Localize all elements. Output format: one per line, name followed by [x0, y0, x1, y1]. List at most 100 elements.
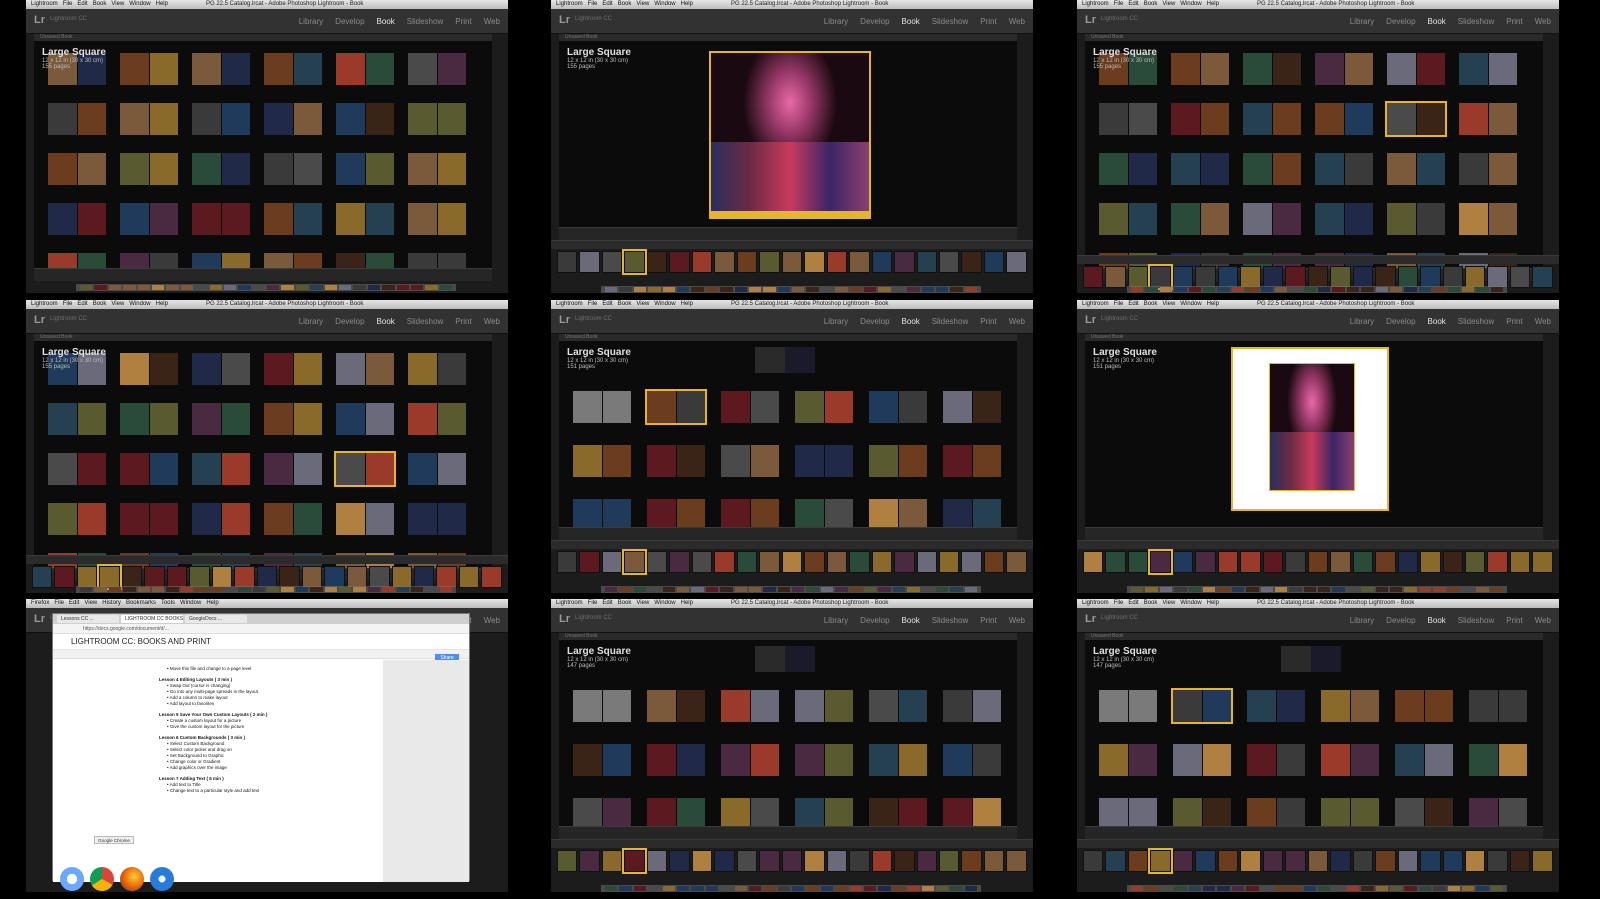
page-thumb[interactable] — [1173, 798, 1202, 826]
page-spread-thumb[interactable] — [1315, 153, 1373, 185]
page-thumb[interactable] — [221, 453, 250, 485]
menu-item-view[interactable]: View — [636, 301, 649, 307]
page-thumb[interactable] — [149, 403, 178, 435]
page-thumb[interactable] — [1315, 203, 1344, 235]
module-library[interactable]: Library — [824, 17, 848, 26]
dock-icon[interactable] — [425, 587, 438, 592]
dock-icon[interactable] — [410, 285, 424, 290]
page-thumb[interactable] — [750, 391, 779, 423]
page-thumb[interactable] — [602, 690, 631, 722]
dock-icon[interactable] — [935, 587, 949, 592]
page-thumb[interactable] — [221, 153, 250, 185]
dock-icon[interactable] — [1375, 587, 1389, 592]
dock-icon[interactable] — [892, 587, 906, 592]
page-thumb[interactable] — [1395, 690, 1424, 722]
filmstrip-thumb[interactable] — [1420, 266, 1441, 288]
module-book[interactable]: Book — [1428, 317, 1446, 326]
page-thumb[interactable] — [721, 445, 750, 477]
dock-icon[interactable] — [849, 886, 863, 891]
dock-icon[interactable] — [1332, 287, 1345, 292]
page-spread-thumb[interactable] — [573, 798, 631, 826]
filmstrip-thumb[interactable] — [849, 551, 870, 573]
filmstrip-thumb[interactable] — [759, 850, 780, 872]
page-thumb[interactable] — [1099, 203, 1128, 235]
page-spread-thumb[interactable] — [573, 499, 631, 527]
page-thumb[interactable] — [972, 798, 1001, 826]
dock-icon[interactable] — [151, 285, 165, 290]
page-thumb[interactable] — [1387, 53, 1416, 85]
dock-icon[interactable] — [1461, 587, 1475, 592]
dock-icon[interactable] — [720, 287, 733, 292]
dock-icon[interactable] — [676, 587, 690, 592]
page-thumb[interactable] — [1395, 744, 1424, 776]
chrome-icon[interactable] — [90, 867, 114, 891]
module-slideshow[interactable]: Slideshow — [932, 17, 968, 26]
filmstrip-thumb[interactable] — [714, 251, 735, 273]
module-print[interactable]: Print — [1506, 317, 1522, 326]
dock-icon[interactable] — [137, 587, 150, 592]
dock-icon[interactable] — [339, 285, 352, 290]
filmstrip-thumb[interactable] — [1083, 266, 1104, 288]
page-spread-thumb[interactable] — [1315, 203, 1373, 235]
dock-icon[interactable] — [1289, 587, 1302, 592]
dock-icon[interactable] — [605, 886, 618, 891]
filmstrip-thumb[interactable] — [1375, 266, 1396, 288]
dock-icon[interactable] — [835, 287, 848, 292]
dock-icon[interactable] — [662, 587, 675, 592]
page-spread-thumb[interactable] — [1387, 203, 1445, 235]
menu-item-edit[interactable]: Edit — [602, 600, 612, 606]
page-spread-thumb[interactable] — [408, 453, 466, 485]
page-thumb[interactable] — [1459, 153, 1488, 185]
dock-icon[interactable] — [605, 287, 618, 292]
page-spread-thumb[interactable] — [573, 445, 631, 477]
module-develop[interactable]: Develop — [1386, 317, 1415, 326]
menu-item-edit[interactable]: Edit — [602, 1, 612, 7]
filmstrip-thumb[interactable] — [1105, 551, 1126, 573]
filmstrip-thumb[interactable] — [871, 251, 893, 273]
menu-item-help[interactable]: Help — [1207, 600, 1219, 606]
page-spread-thumb[interactable] — [1395, 744, 1453, 776]
dock-icon[interactable] — [410, 587, 424, 592]
page-spread-thumb[interactable] — [869, 499, 927, 527]
page-thumb[interactable] — [972, 744, 1001, 776]
page-thumb[interactable] — [293, 203, 322, 235]
page-spread-thumb[interactable] — [336, 503, 394, 535]
dock-icon[interactable] — [295, 587, 309, 592]
dock-icon[interactable] — [1433, 587, 1446, 592]
module-web[interactable]: Web — [484, 317, 500, 326]
page-thumb[interactable] — [192, 253, 221, 268]
page-spread-thumb[interactable] — [795, 445, 853, 477]
page-thumb[interactable] — [1344, 153, 1373, 185]
page-spread-thumb[interactable] — [192, 203, 250, 235]
page-spread-thumb[interactable] — [336, 253, 394, 268]
module-slideshow[interactable]: Slideshow — [1458, 317, 1494, 326]
page-thumb[interactable] — [336, 503, 365, 535]
dock-icon[interactable] — [1188, 587, 1201, 592]
module-slideshow[interactable]: Slideshow — [1458, 616, 1494, 625]
page-thumb[interactable] — [437, 203, 466, 235]
page-thumb[interactable] — [365, 403, 394, 435]
dock-icon[interactable] — [1159, 587, 1173, 592]
filmstrip-thumb[interactable] — [1172, 551, 1194, 573]
page-spread-thumb[interactable] — [336, 203, 394, 235]
page-thumb[interactable] — [1099, 798, 1128, 826]
page-thumb[interactable] — [1416, 103, 1445, 135]
page-spread-thumb[interactable] — [1243, 103, 1301, 135]
page-thumb[interactable] — [1321, 744, 1350, 776]
page-thumb[interactable] — [1424, 798, 1453, 826]
module-book[interactable]: Book — [377, 17, 395, 26]
menu-item-window[interactable]: Window — [1180, 301, 1201, 307]
page-thumb[interactable] — [1276, 744, 1305, 776]
dock-icon[interactable] — [648, 587, 661, 592]
page-thumb[interactable] — [647, 499, 676, 527]
dock-icon[interactable] — [1174, 587, 1187, 592]
page-thumb[interactable] — [1469, 798, 1498, 826]
dock-icon[interactable] — [195, 285, 208, 290]
menu-item-lightroom[interactable]: Lightroom — [556, 301, 583, 307]
page-thumb[interactable] — [573, 798, 602, 826]
menu-item-view[interactable]: View — [1162, 301, 1175, 307]
page-thumb[interactable] — [120, 503, 149, 535]
menu-item-help[interactable]: Help — [206, 600, 218, 606]
page-spread-thumb[interactable] — [192, 153, 250, 185]
page-thumb[interactable] — [1344, 203, 1373, 235]
